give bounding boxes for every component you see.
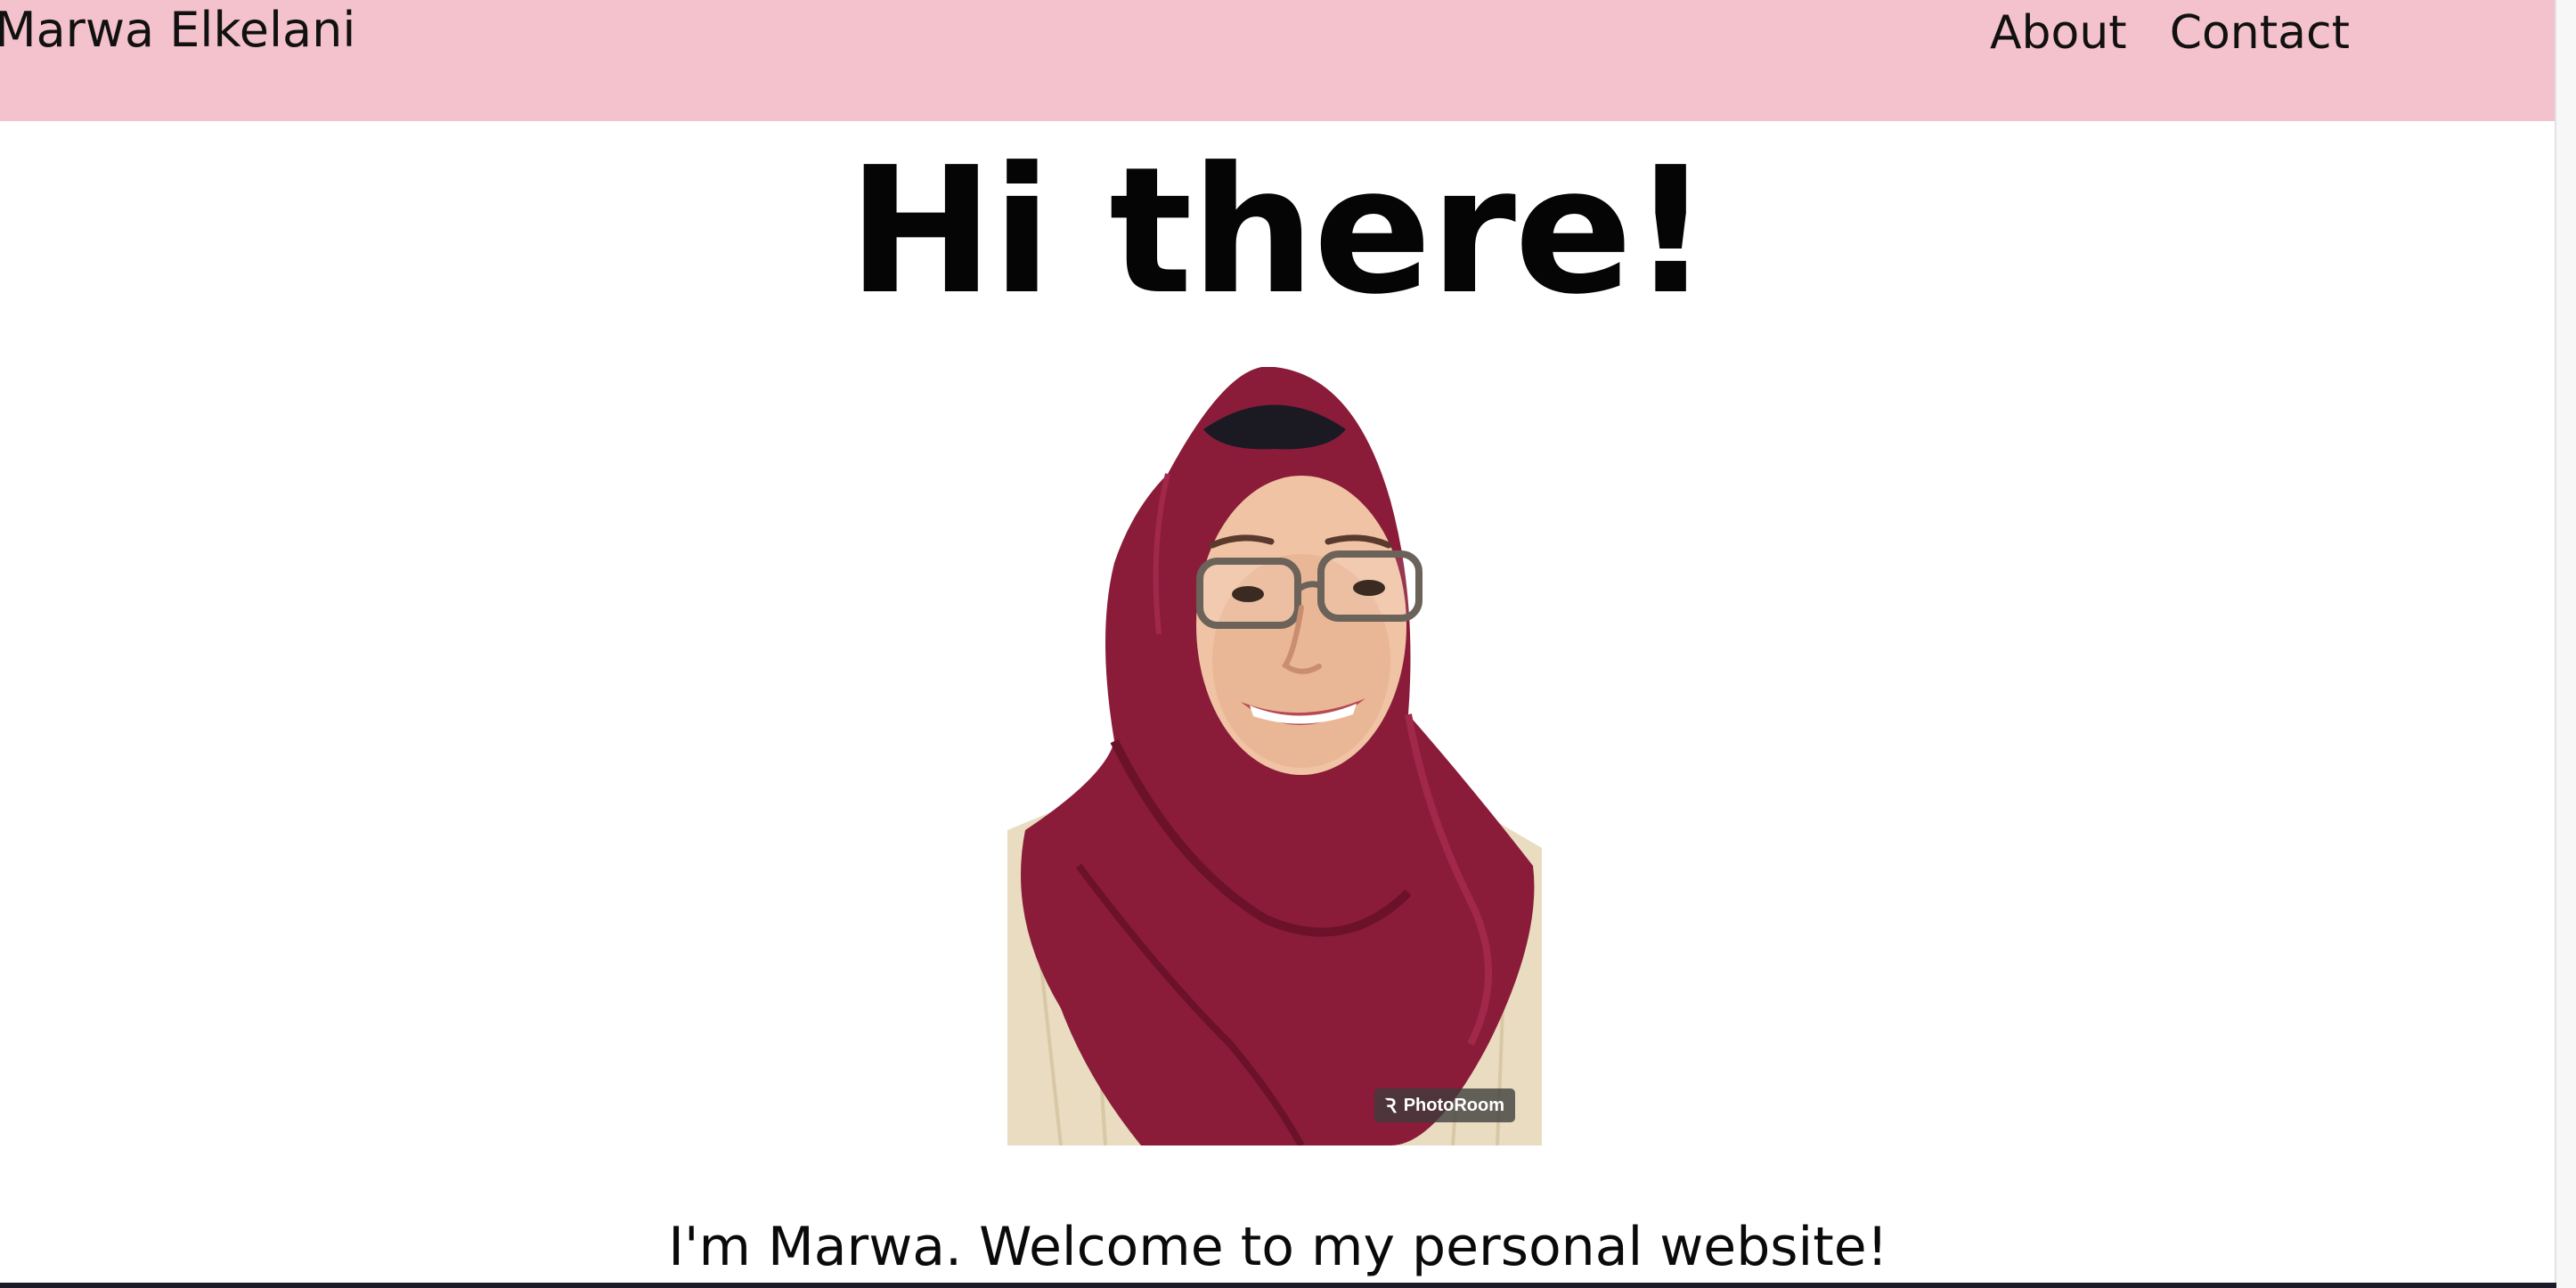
nav-links: About Contact <box>1990 4 2350 62</box>
window-bottom-edge <box>0 1283 2556 1288</box>
photoroom-logo-icon: Ꝛ <box>1384 1095 1397 1117</box>
profile-photo-illustration <box>1007 367 1542 1145</box>
top-navbar: Marwa Elkelani About Contact <box>0 0 2556 121</box>
nav-link-about[interactable]: About <box>1990 4 2127 62</box>
hero-title: Hi there! <box>847 130 1711 333</box>
watermark-text: PhotoRoom <box>1403 1095 1504 1115</box>
scrollbar[interactable] <box>2555 0 2576 1288</box>
site-brand[interactable]: Marwa Elkelani <box>0 0 355 61</box>
photoroom-watermark: Ꝛ PhotoRoom <box>1374 1088 1515 1122</box>
profile-photo: Ꝛ PhotoRoom <box>1007 367 1542 1145</box>
page: Marwa Elkelani About Contact Hi there! Ꝛ… <box>0 0 2576 1288</box>
intro-text: I'm Marwa. Welcome to my personal websit… <box>668 1216 1888 1278</box>
nav-link-contact[interactable]: Contact <box>2170 4 2350 62</box>
